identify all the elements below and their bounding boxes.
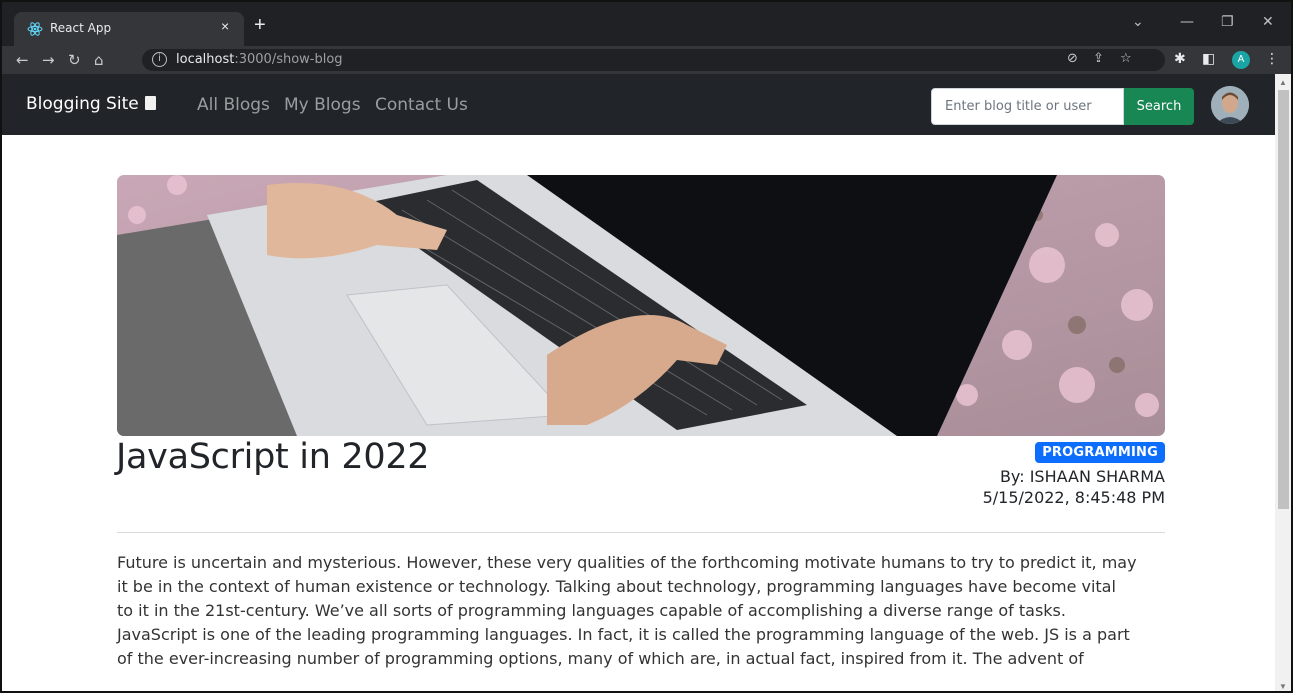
menu-kebab-icon[interactable]: ⋮	[1265, 51, 1279, 67]
side-panel-icon[interactable]: ◧	[1202, 51, 1215, 67]
user-avatar[interactable]	[1211, 86, 1249, 124]
react-logo-icon	[27, 22, 43, 36]
restore-icon[interactable]: ❐	[1221, 14, 1234, 30]
url-path: :3000/show-blog	[234, 52, 343, 67]
nav-contact-us[interactable]: Contact Us	[375, 95, 468, 115]
url-host: localhost	[176, 52, 235, 67]
tab-title: React App	[50, 21, 112, 35]
tab-search-icon[interactable]: ⌄	[1132, 14, 1144, 30]
tracking-off-icon[interactable]: ⊘	[1067, 51, 1078, 66]
page-scrollbar[interactable]: ▲ ▼	[1275, 74, 1293, 693]
brand-label: Blogging Site	[26, 94, 139, 114]
extensions-puzzle-icon[interactable]: ✱	[1174, 51, 1186, 67]
forward-icon[interactable]: →	[42, 50, 55, 70]
close-window-icon[interactable]: ✕	[1262, 14, 1274, 30]
category-badge: PROGRAMMING	[1035, 442, 1165, 463]
scroll-thumb[interactable]	[1278, 90, 1289, 509]
minimize-icon[interactable]: —	[1180, 14, 1194, 30]
browser-tab[interactable]: React App ×	[14, 12, 244, 46]
new-tab-button[interactable]: +	[254, 15, 266, 35]
author-byline: By: ISHAAN SHARMA	[999, 467, 1165, 486]
browser-toolbar: ← → ↻ ⌂ i localhost:3000/show-blog ⊘ ⇪ ☆…	[0, 46, 1293, 74]
back-icon[interactable]: ←	[16, 50, 29, 70]
profile-avatar-icon[interactable]: A	[1232, 51, 1250, 69]
url-text: localhost:3000/show-blog	[176, 52, 343, 67]
scroll-down-icon[interactable]: ▼	[1279, 682, 1287, 691]
body-line: JavaScript is one of the leading program…	[117, 625, 1130, 644]
frame-border-left	[0, 135, 2, 693]
address-bar[interactable]: i localhost:3000/show-blog ⊘ ⇪ ☆	[142, 49, 1165, 71]
bookmark-star-icon[interactable]: ☆	[1120, 51, 1132, 66]
blog-body: Future is uncertain and mysterious. Howe…	[117, 551, 1169, 671]
site-info-icon[interactable]: i	[152, 52, 167, 67]
notebook-icon	[144, 96, 156, 110]
search-input[interactable]	[931, 88, 1124, 125]
scroll-up-icon[interactable]: ▲	[1279, 78, 1287, 87]
brand[interactable]: Blogging Site	[26, 94, 156, 114]
blog-cover-image	[117, 175, 1165, 436]
post-datetime: 5/15/2022, 8:45:48 PM	[982, 488, 1165, 507]
home-icon[interactable]: ⌂	[94, 50, 104, 70]
close-tab-icon[interactable]: ×	[221, 18, 229, 34]
laptop-photo	[117, 175, 1165, 436]
reload-icon[interactable]: ↻	[68, 50, 81, 70]
app-navbar: Blogging Site All Blogs My Blogs Contact…	[0, 74, 1275, 135]
search-button[interactable]: Search	[1124, 88, 1194, 125]
user-avatar-image	[1211, 86, 1249, 124]
body-line: Future is uncertain and mysterious. Howe…	[117, 553, 1137, 572]
blog-title: JavaScript in 2022	[116, 437, 430, 477]
browser-tab-bar: React App × + ⌄ — ❐ ✕	[0, 0, 1293, 46]
nav-all-blogs[interactable]: All Blogs	[197, 95, 270, 115]
body-line: to it in the 21st-century. We’ve all sor…	[117, 601, 1066, 620]
nav-my-blogs[interactable]: My Blogs	[284, 95, 361, 115]
body-line: of the ever-increasing number of program…	[117, 649, 1084, 668]
divider	[117, 532, 1165, 533]
body-line: it be in the context of human existence …	[117, 577, 1116, 596]
share-icon[interactable]: ⇪	[1093, 51, 1104, 66]
